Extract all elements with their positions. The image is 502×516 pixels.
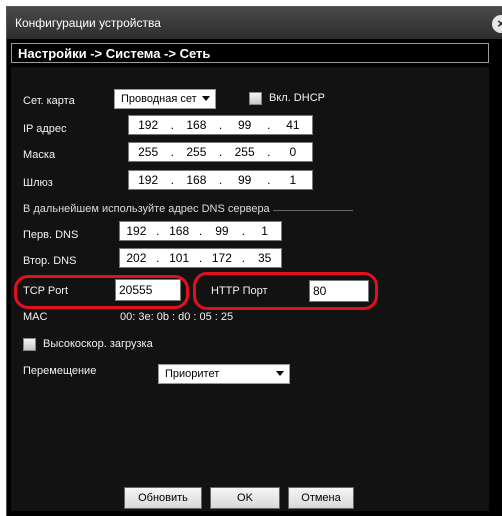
separator-line [273,210,353,211]
dns1-octet-2: 168 [169,224,190,238]
dns-secondary-label: Втор. DNS [23,255,77,267]
dns2-octet-1: 202 [126,251,147,265]
cancel-button[interactable]: Отмена [288,487,354,509]
refresh-button[interactable]: Обновить [124,487,202,509]
network-card-value: Проводная сет [121,93,197,105]
dns1-octet-4: 1 [261,224,268,238]
high-speed-label: Высокоскор. загрузка [43,338,153,350]
mask-label: Маска [23,149,56,161]
ip-octet-4: 41 [286,118,300,132]
ip-octet-3: 99 [237,118,252,132]
gateway-octet-3: 99 [237,173,252,187]
dns2-octet-2: 101 [169,251,190,265]
gateway-label: Шлюз [23,177,53,189]
gateway-octet-2: 168 [186,173,207,187]
dhcp-label: Вкл. DHCP [269,92,325,104]
dhcp-checkbox[interactable] [249,92,262,105]
transfer-label: Перемещение [23,365,97,377]
ip-address-field[interactable]: 192. 168. 99. 41 [128,115,313,135]
network-card-label: Сет. карта [23,95,75,107]
high-speed-checkbox[interactable] [23,338,36,351]
window-title: Конфигурации устройства [15,16,161,30]
gateway-field[interactable]: 192. 168. 99. 1 [128,170,313,190]
mask-octet-1: 255 [138,145,159,159]
device-config-window: Конфигурации устройства × Настройки -> С… [6,6,502,516]
gateway-octet-4: 1 [289,173,297,187]
tcp-port-input[interactable]: 20555 [115,279,181,301]
network-settings-panel: Сет. карта Проводная сет Вкл. DHCP IP ад… [11,67,489,511]
chevron-down-icon [202,96,210,101]
close-icon[interactable]: × [492,15,502,33]
network-card-select[interactable]: Проводная сет [114,89,216,109]
http-port-label: HTTP Порт [211,285,268,297]
tcp-port-label: TCP Port [23,285,69,297]
dns2-octet-4: 35 [257,251,272,265]
dns1-octet-1: 192 [126,224,147,238]
http-port-input[interactable]: 80 [309,280,369,302]
dns-secondary-field[interactable]: 202. 101. 172. 35 [119,248,282,268]
transfer-select[interactable]: Приоритет [158,364,290,384]
mask-field[interactable]: 255. 255. 255. 0 [128,142,313,162]
dns-primary-field[interactable]: 192. 168. 99. 1 [119,221,282,241]
dns1-octet-3: 99 [215,224,229,238]
ok-button[interactable]: OK [210,487,280,509]
dns-primary-label: Перв. DNS [23,229,79,241]
mac-label: MAC [23,311,48,323]
dns-note: В дальнейшем используйте адрес DNS серве… [23,203,270,215]
ip-octet-1: 192 [138,118,159,132]
chevron-down-icon [276,371,284,376]
breadcrumb: Настройки -> Система -> Сеть [11,43,489,63]
gateway-octet-1: 192 [138,173,159,187]
ip-label: IP адрес [23,123,67,135]
transfer-value: Приоритет [165,368,220,380]
mask-octet-4: 0 [289,145,297,159]
dns2-octet-3: 172 [211,251,232,265]
mask-octet-2: 255 [186,145,207,159]
ip-octet-2: 168 [186,118,207,132]
mac-value: 00: 3e: 0b : d0 : 05 : 25 [120,311,234,323]
mask-octet-3: 255 [234,145,255,159]
title-bar[interactable]: Конфигурации устройства × [7,7,502,39]
